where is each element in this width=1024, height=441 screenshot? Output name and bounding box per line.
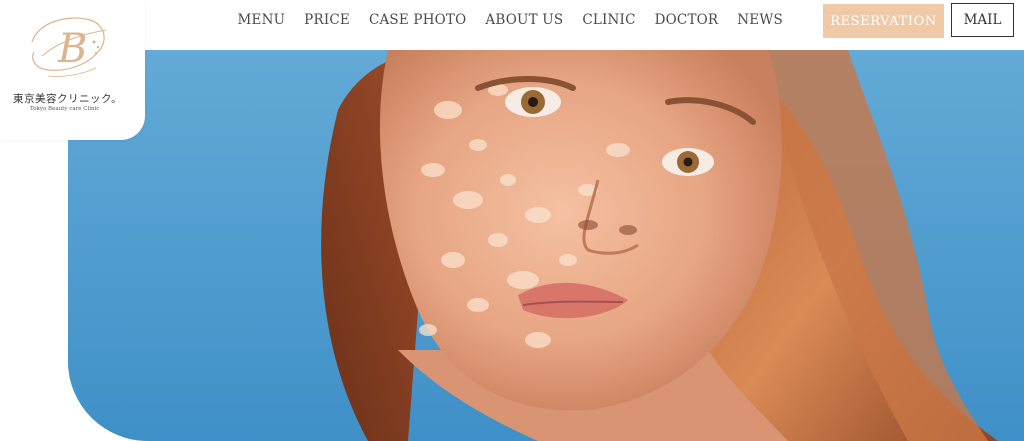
nav-item-menu[interactable]: MENU — [228, 12, 295, 28]
logo-mark-icon: B — [31, 17, 107, 77]
reservation-button[interactable]: RESERVATION — [823, 4, 944, 38]
nav-item-doctor[interactable]: DOCTOR — [645, 12, 728, 28]
hero-portrait-illustration — [68, 50, 1024, 441]
mail-button[interactable]: MAIL — [951, 3, 1014, 37]
logo-name-en: Tokyo Beauty care Clinic — [30, 106, 100, 112]
logo-name-jp: 東京美容クリニック。 — [13, 93, 123, 105]
nav-item-case-photo[interactable]: CASE PHOTO — [359, 12, 475, 28]
nav-item-price[interactable]: PRICE — [295, 12, 360, 28]
logo-mark-letter: B — [57, 26, 87, 72]
hero-image — [68, 50, 1024, 441]
logo-card[interactable]: B 東京美容クリニック。 Tokyo Beauty care Clinic — [0, 0, 145, 140]
nav-item-news[interactable]: NEWS — [728, 12, 793, 28]
site-header: MENU PRICE CASE PHOTO ABOUT US CLINIC DO… — [0, 0, 1024, 50]
nav-item-clinic[interactable]: CLINIC — [573, 12, 645, 28]
nav-item-about-us[interactable]: ABOUT US — [476, 12, 573, 28]
main-nav: MENU PRICE CASE PHOTO ABOUT US CLINIC DO… — [228, 0, 792, 40]
page: MENU PRICE CASE PHOTO ABOUT US CLINIC DO… — [0, 0, 1024, 441]
